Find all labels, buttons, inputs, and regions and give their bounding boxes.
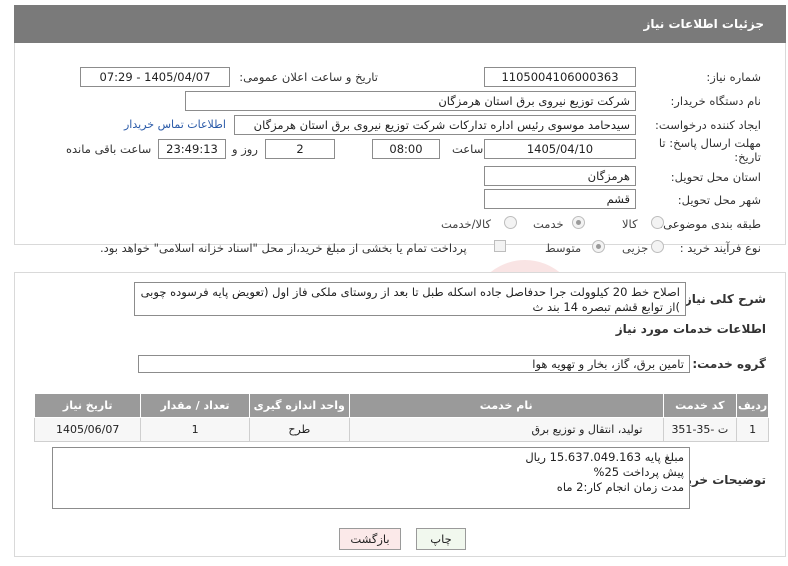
city-label: شهر محل تحویل: xyxy=(677,193,761,207)
remaining-time-field: 23:49:13 xyxy=(158,139,226,159)
deadline-label: مهلت ارسال پاسخ: تا تاریخ: xyxy=(658,136,761,164)
panel-title: جزئیات اطلاعات نیاز xyxy=(643,17,764,31)
service-group-field: تامین برق، گاز، بخار و تهویه هوا xyxy=(138,355,690,373)
deadline-date-field: 1405/04/10 xyxy=(484,139,636,159)
buyer-notes-line: پیش پرداخت 25% xyxy=(593,465,685,479)
city-field: قشم xyxy=(484,189,636,209)
col-service-code: کد خدمت xyxy=(662,393,738,418)
requester-label: ایجاد کننده درخواست: xyxy=(655,118,761,132)
category-label: طبقه بندی موضوعی: xyxy=(659,217,761,231)
buyer-org-label: نام دستگاه خریدار: xyxy=(670,94,761,108)
buyer-org-field: شرکت توزیع نیروی برق استان هرمزگان xyxy=(185,91,636,111)
category-radio-goods[interactable] xyxy=(651,216,664,229)
announce-datetime-label: تاریخ و ساعت اعلان عمومی: xyxy=(239,70,378,84)
print-button[interactable]: چاپ xyxy=(416,528,466,550)
cell-quantity: 1 xyxy=(140,417,250,442)
process-type-label: نوع فرآیند خرید : xyxy=(679,241,761,255)
process-option-minor: جزیی xyxy=(622,241,649,255)
province-field: هرمزگان xyxy=(484,166,636,186)
col-row: ردیف xyxy=(736,393,769,418)
treasury-payment-checkbox[interactable] xyxy=(494,240,506,252)
process-option-medium: متوسط xyxy=(545,241,582,255)
buyer-notes-box: مبلغ پایه 15.637.049.163 ریال پیش پرداخت… xyxy=(52,447,690,509)
service-group-label: گروه خدمت: xyxy=(692,357,766,371)
need-number-label: شماره نیاز: xyxy=(706,70,761,84)
cell-need-date: 1405/06/07 xyxy=(33,417,142,442)
buyer-contact-link[interactable]: اطلاعات تماس خریدار xyxy=(124,118,226,131)
col-service-name: نام خدمت xyxy=(348,393,664,418)
services-table: ردیف کد خدمت نام خدمت واحد اندازه گیری ت… xyxy=(33,393,769,442)
category-option-goods-service: کالا/خدمت xyxy=(441,217,492,231)
services-table-header: ردیف کد خدمت نام خدمت واحد اندازه گیری ت… xyxy=(33,393,769,418)
buyer-notes-line: مبلغ پایه 15.637.049.163 ریال xyxy=(525,450,684,464)
category-option-service: خدمت xyxy=(533,217,564,231)
cell-unit: طرح xyxy=(248,417,350,442)
announce-datetime-field: 1405/04/07 - 07:29 xyxy=(80,67,230,87)
panel-header: جزئیات اطلاعات نیاز xyxy=(14,5,786,43)
requester-field: سیدحامد موسوی رئیس اداره تدارکات شرکت تو… xyxy=(234,115,636,135)
cell-service-code: ت -35-351 xyxy=(662,417,738,442)
process-radio-medium[interactable] xyxy=(592,240,605,253)
back-button[interactable]: بازگشت xyxy=(339,528,401,550)
treasury-payment-note: پرداخت تمام یا بخشی از مبلغ خرید،از محل … xyxy=(100,241,467,255)
need-number-field: 1105004106000363 xyxy=(484,67,636,87)
category-radio-goods-service[interactable] xyxy=(504,216,517,229)
province-label: استان محل تحویل: xyxy=(670,170,761,184)
remaining-time-label: ساعت باقی مانده xyxy=(66,142,152,156)
category-option-goods: کالا xyxy=(622,217,638,231)
process-radio-minor[interactable] xyxy=(651,240,664,253)
cell-row: 1 xyxy=(736,417,769,442)
summary-label: شرح کلی نیاز: xyxy=(680,292,766,306)
services-section-title: اطلاعات خدمات مورد نیاز xyxy=(615,322,766,336)
category-radio-service[interactable] xyxy=(572,216,585,229)
deadline-time-field: 08:00 xyxy=(372,139,440,159)
col-need-date: تاریخ نیاز xyxy=(33,393,142,418)
remaining-days-label: روز و xyxy=(232,142,258,156)
col-quantity: تعداد / مقدار xyxy=(140,393,250,418)
cell-service-name: تولید، انتقال و توزیع برق xyxy=(348,417,664,442)
remaining-days-field: 2 xyxy=(265,139,335,159)
buyer-notes-line: مدت زمان انجام کار:2 ماه xyxy=(556,480,684,494)
summary-text: اصلاح خط 20 کیلوولت جرا حدفاصل جاده اسکل… xyxy=(134,282,686,316)
col-unit: واحد اندازه گیری xyxy=(248,393,350,418)
deadline-time-label: ساعت xyxy=(452,142,484,156)
table-row: 1 ت -35-351 تولید، انتقال و توزیع برق طر… xyxy=(33,417,769,442)
